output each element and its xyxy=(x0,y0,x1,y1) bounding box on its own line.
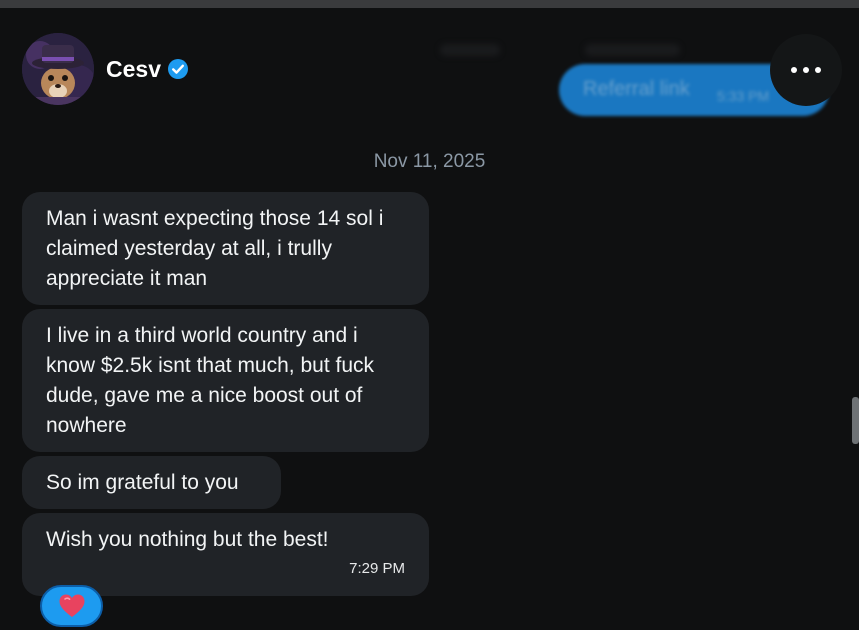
contact-name: Cesv xyxy=(106,55,161,82)
message-text: Wish you nothing but the best! xyxy=(46,528,329,551)
message-bubble[interactable]: So im grateful to you xyxy=(22,456,281,509)
dot-icon xyxy=(791,67,797,73)
heart-icon xyxy=(59,594,84,617)
avatar-image xyxy=(22,33,94,105)
sent-message-time: 5:33 PM xyxy=(717,88,770,104)
dot-icon xyxy=(803,67,809,73)
message-bubble[interactable]: I live in a third world country and i kn… xyxy=(22,309,429,452)
message-text: So im grateful to you xyxy=(46,471,239,494)
verified-badge-icon xyxy=(167,59,188,79)
dot-icon xyxy=(815,67,821,73)
conversation-header: Cesv xyxy=(22,33,189,105)
message-time: 7:29 PM xyxy=(349,560,405,577)
window-top-bar xyxy=(0,0,859,8)
reaction-badge[interactable] xyxy=(40,585,103,627)
more-options-button[interactable] xyxy=(770,34,842,106)
avatar[interactable] xyxy=(22,33,94,105)
scrollbar[interactable] xyxy=(852,397,859,444)
message-text: Man i wasnt expecting those 14 sol i cla… xyxy=(46,207,384,290)
blurred-content xyxy=(440,44,500,56)
message-bubble[interactable]: Wish you nothing but the best! 7:29 PM xyxy=(22,513,429,596)
message-bubble[interactable]: Man i wasnt expecting those 14 sol i cla… xyxy=(22,192,429,305)
sent-message-text: Referral link xyxy=(583,78,690,100)
message-text: I live in a third world country and i kn… xyxy=(46,324,375,437)
date-divider: Nov 11, 2025 xyxy=(373,151,486,172)
blurred-content xyxy=(585,44,680,56)
